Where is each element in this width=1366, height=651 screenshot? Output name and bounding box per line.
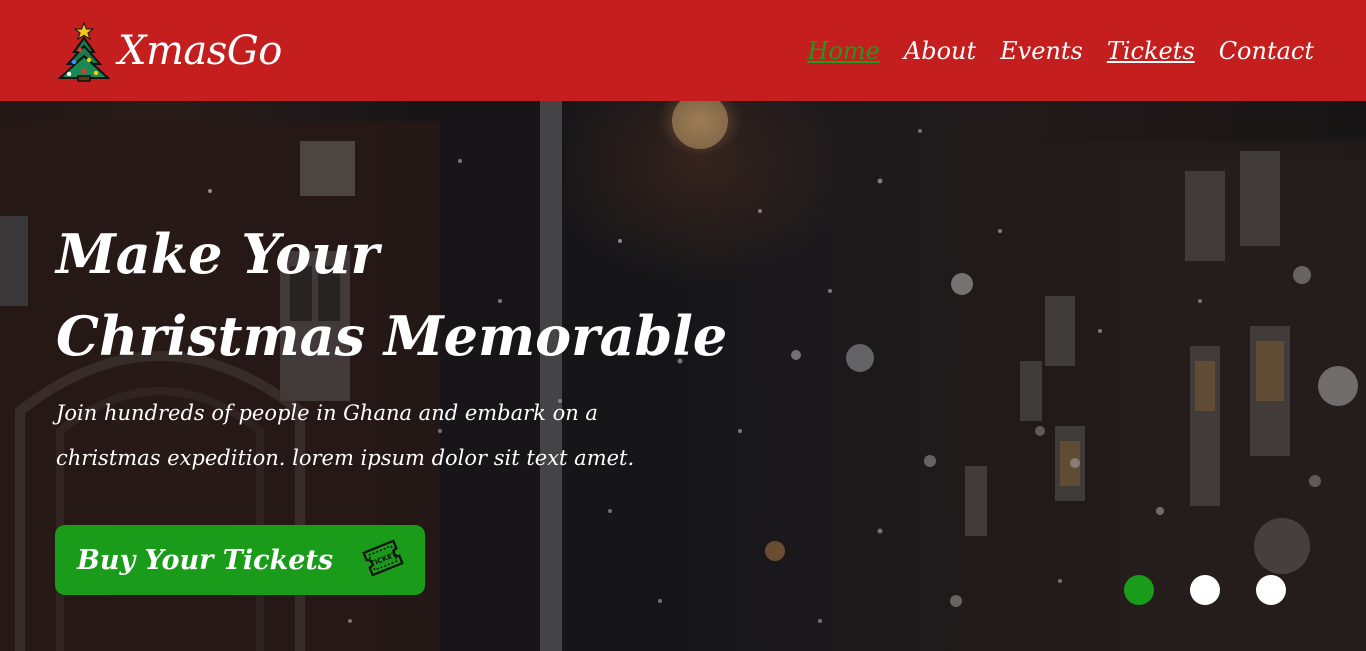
ticket-icon: TICKET: [361, 534, 405, 586]
nav-about-link[interactable]: About: [904, 37, 976, 65]
brand[interactable]: XmasGo: [56, 20, 282, 82]
brand-name: XmasGo: [118, 27, 282, 74]
slider-dot-1[interactable]: [1124, 575, 1154, 605]
hero-title-line-1: Make Your: [56, 222, 379, 286]
nav-home-link[interactable]: Home: [808, 37, 880, 65]
slider-pagination: [1124, 575, 1286, 605]
buy-tickets-button[interactable]: Buy Your Tickets TICKET: [55, 525, 425, 595]
buy-tickets-label: Buy Your Tickets: [77, 544, 334, 576]
hero-subtitle: Join hundreds of people in Ghana and emb…: [56, 401, 635, 470]
nav-tickets-link[interactable]: Tickets: [1107, 37, 1195, 65]
top-navbar: XmasGo Home About Events Tickets Contact: [0, 0, 1366, 101]
hero-section: Make Your Christmas Memorable Join hundr…: [0, 101, 1366, 651]
hero-content: Make Your Christmas Memorable Join hundr…: [56, 213, 756, 481]
slider-dot-2[interactable]: [1190, 575, 1220, 605]
hero-title: Make Your Christmas Memorable: [56, 213, 756, 377]
main-nav: Home About Events Tickets Contact: [808, 37, 1314, 65]
christmas-tree-icon: [56, 20, 112, 82]
nav-events-link[interactable]: Events: [1000, 37, 1083, 65]
hero-title-line-2: Christmas Memorable: [56, 304, 728, 368]
slider-dot-3[interactable]: [1256, 575, 1286, 605]
nav-contact-link[interactable]: Contact: [1219, 37, 1314, 65]
